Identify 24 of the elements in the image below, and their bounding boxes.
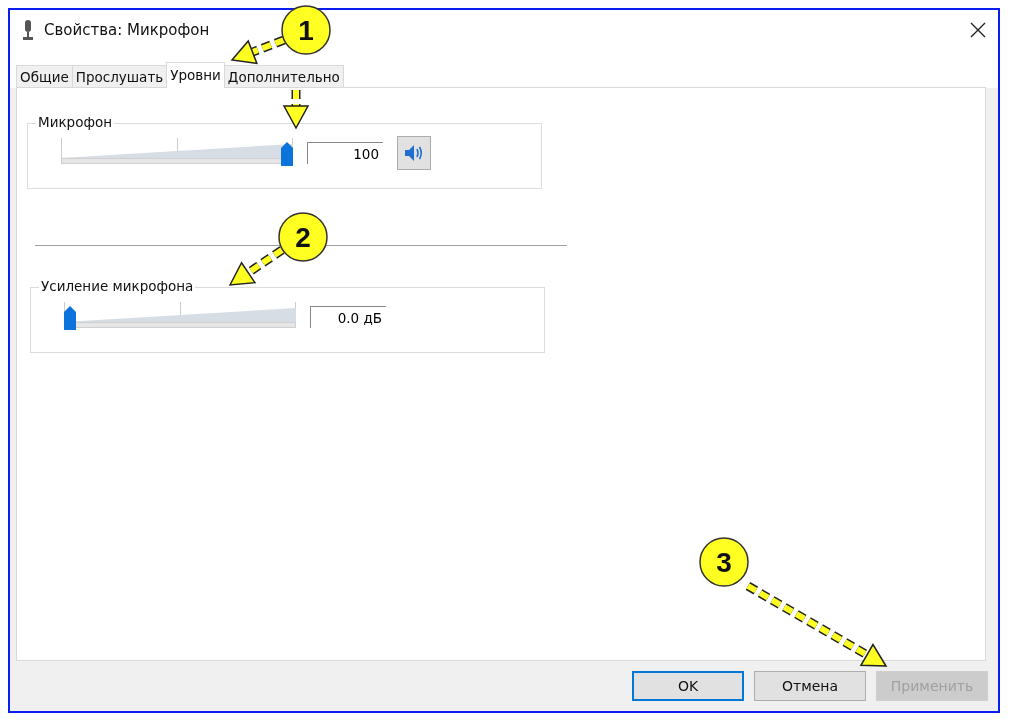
- number-badge: 3: [699, 537, 749, 587]
- dialog-button[interactable]: OK: [632, 671, 744, 701]
- slider-track[interactable]: [61, 136, 293, 166]
- number-badge: 1: [281, 5, 331, 55]
- tab[interactable]: Дополнительно: [223, 65, 344, 88]
- group-label: Усиление микрофона: [39, 278, 196, 294]
- value-field[interactable]: 100: [307, 142, 383, 164]
- slider-thumb[interactable]: [64, 306, 76, 330]
- window-title: Свойства: Микрофон: [44, 21, 210, 39]
- slider-thumb[interactable]: [281, 142, 293, 166]
- dashed-arrow: [228, 246, 285, 286]
- microphone-icon: [22, 20, 34, 40]
- dashed-arrow: [230, 35, 286, 65]
- dashed-arrow: [282, 90, 310, 130]
- number-badge: 2: [278, 212, 328, 262]
- slider-track[interactable]: [64, 300, 296, 330]
- speaker-button[interactable]: [397, 136, 431, 170]
- tab[interactable]: Общие: [16, 65, 73, 88]
- close-icon[interactable]: [970, 22, 986, 38]
- group-label: Микрофон: [36, 114, 115, 130]
- speaker-icon: [404, 144, 424, 162]
- value-field[interactable]: 0.0 дБ: [310, 306, 386, 328]
- dialog-button[interactable]: Отмена: [754, 671, 866, 701]
- tab[interactable]: Уровни: [166, 62, 225, 88]
